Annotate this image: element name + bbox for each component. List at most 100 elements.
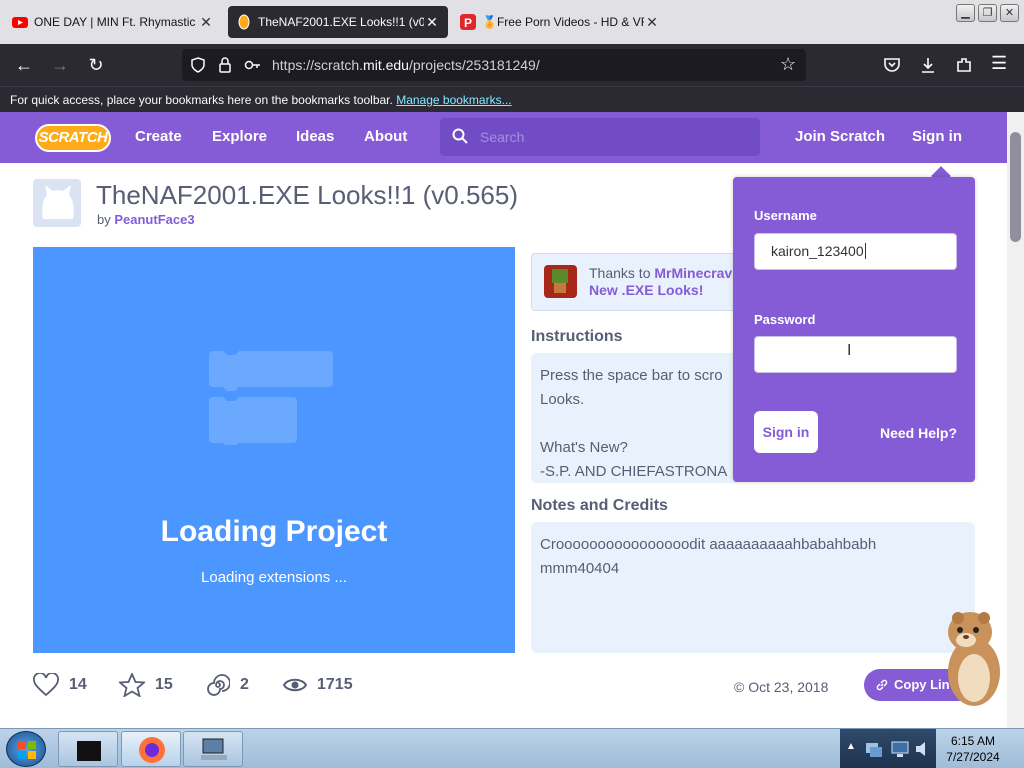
search-icon [452, 128, 468, 144]
taskbar-app-terminal[interactable] [58, 731, 118, 767]
tab-bar: ONE DAY | MIN Ft. Rhymastic - ✕ TheNAF20… [0, 0, 1024, 44]
youtube-icon [12, 17, 28, 28]
credit-avatar[interactable] [544, 265, 577, 298]
project-byline: by PeanutFace3 [97, 212, 195, 227]
scratch-logo[interactable]: SCRATCH [35, 124, 111, 152]
star-icon [119, 673, 145, 697]
author-link[interactable]: PeanutFace3 [114, 212, 194, 227]
join-scratch-link[interactable]: Join Scratch [795, 128, 885, 145]
address-bar[interactable]: https://scratch.mit.edu/projects/2531812… [182, 49, 806, 81]
password-field[interactable] [754, 336, 957, 373]
tab-third[interactable]: P 🏅Free Porn Videos - HD & VR S ✕ [452, 6, 668, 38]
pocket-icon[interactable] [883, 57, 901, 73]
nav-explore[interactable]: Explore [212, 128, 267, 145]
heart-icon [33, 673, 59, 697]
remix-credit: Thanks to MrMinecrav New .EXE Looks! [531, 253, 751, 311]
notes-box: Croooooooooooooooodit aaaaaaaaaahbabahba… [531, 522, 975, 653]
tab-title: 🏅Free Porn Videos - HD & VR S [482, 15, 644, 29]
remix-icon [207, 674, 230, 696]
loading-blocks-icon [209, 351, 333, 445]
scratch-cat-icon [238, 14, 250, 30]
manage-bookmarks-link[interactable]: Manage bookmarks... [396, 93, 511, 107]
scratch-header: SCRATCH Create Explore Ideas About Searc… [0, 112, 1007, 163]
love-stat[interactable]: 14 [33, 669, 87, 701]
firefox-icon [139, 737, 165, 763]
credit-user-link[interactable]: MrMinecrav [654, 265, 732, 281]
instructions-heading: Instructions [531, 328, 623, 345]
display-tray-icon[interactable] [890, 739, 910, 759]
lock-icon[interactable] [218, 57, 232, 73]
key-icon[interactable] [244, 58, 262, 72]
minecraft-avatar-icon [552, 269, 568, 293]
favorite-stat[interactable]: 15 [119, 669, 173, 701]
bookmark-star-icon[interactable]: ☆ [780, 54, 796, 75]
username-field[interactable]: kairon_123400 [754, 233, 957, 270]
remix-stat: 2 [206, 669, 249, 701]
start-button[interactable] [6, 731, 46, 767]
windows-taskbar: ▲ 6:15 AM 7/27/2024 [0, 728, 1024, 768]
nav-ideas[interactable]: Ideas [296, 128, 334, 145]
forward-button[interactable]: → [48, 53, 72, 77]
search-placeholder: Search [480, 129, 525, 145]
screen: ONE DAY | MIN Ft. Rhymastic - ✕ TheNAF20… [0, 0, 1024, 768]
tab-youtube[interactable]: ONE DAY | MIN Ft. Rhymastic - ✕ [4, 6, 222, 38]
project-title: TheNAF2001.EXE Looks!!1 (v0.565) [96, 180, 519, 210]
menu-icon[interactable]: ☰ [991, 53, 1007, 74]
shield-icon[interactable] [190, 57, 206, 73]
bookmarks-hint: For quick access, place your bookmarks h… [10, 93, 393, 107]
link-icon [876, 679, 888, 691]
sign-in-link[interactable]: Sign in [912, 128, 962, 145]
eye-icon [283, 678, 307, 692]
url-text: https://scratch.mit.edu/projects/2531812… [272, 57, 540, 73]
windows-logo-icon [18, 741, 36, 759]
sign-in-dropdown: Username kairon_123400 Password I Sign i… [733, 177, 975, 482]
taskbar-clock[interactable]: 6:15 AM 7/27/2024 [940, 733, 1006, 765]
tray-arrow-icon[interactable]: ▲ [846, 741, 856, 752]
minimize-button[interactable]: ▁ [956, 4, 975, 22]
extensions-icon[interactable] [955, 56, 973, 74]
credit-text: Thanks to MrMinecrav New .EXE Looks! [589, 265, 733, 298]
close-icon[interactable]: ✕ [198, 14, 214, 31]
download-icon[interactable] [919, 56, 937, 74]
share-date: © Oct 23, 2018 [734, 679, 829, 695]
close-icon[interactable]: ✕ [424, 14, 440, 31]
reload-button[interactable]: ↻ [84, 53, 108, 77]
views-stat: 1715 [283, 669, 353, 701]
black-box-icon [77, 741, 101, 761]
cat-silhouette-icon [42, 185, 74, 219]
need-help-link[interactable]: Need Help? [880, 425, 957, 441]
network-tray-icon[interactable] [864, 739, 884, 759]
author-avatar[interactable] [33, 179, 81, 227]
credit-project-link[interactable]: New .EXE Looks! [589, 282, 703, 298]
svg-text:P: P [464, 16, 472, 30]
taskbar-app-network[interactable] [183, 731, 243, 767]
loading-status: Loading extensions ... [201, 569, 347, 586]
text-cursor-icon: I [847, 342, 852, 359]
back-button[interactable]: ← [12, 53, 36, 77]
hamster-sticker [948, 612, 1000, 706]
taskbar-app-firefox[interactable] [121, 731, 181, 767]
maximize-button[interactable]: ❐ [978, 4, 997, 22]
tab-title: ONE DAY | MIN Ft. Rhymastic - [34, 15, 198, 29]
volume-tray-icon[interactable] [914, 739, 932, 759]
navigation-toolbar: ← → ↻ https://scratch.mit.edu/projects/2… [0, 44, 1024, 86]
notes-heading: Notes and Credits [531, 497, 668, 514]
password-label: Password [754, 312, 816, 327]
computer-icon [201, 738, 227, 760]
bookmarks-toolbar: For quick access, place your bookmarks h… [0, 86, 1024, 112]
close-window-button[interactable]: ✕ [1000, 4, 1019, 22]
project-stats: 14 15 2 1715 [33, 669, 993, 701]
username-label: Username [754, 208, 817, 223]
nav-about[interactable]: About [364, 128, 407, 145]
scrollbar-thumb[interactable] [1010, 132, 1021, 242]
close-icon[interactable]: ✕ [644, 14, 660, 31]
system-tray: ▲ [840, 729, 936, 768]
nav-create[interactable]: Create [135, 128, 182, 145]
sign-in-button[interactable]: Sign in [754, 411, 818, 453]
page-scrollbar[interactable] [1007, 112, 1024, 728]
p-logo-icon: P [460, 14, 476, 30]
instructions-box: Press the space bar to scro Looks. What'… [531, 353, 741, 483]
project-player[interactable]: Loading Project Loading extensions ... [33, 247, 515, 653]
search-input[interactable]: Search [440, 118, 760, 156]
tab-scratch[interactable]: TheNAF2001.EXE Looks!!1 (v0.56 ✕ [228, 6, 448, 38]
